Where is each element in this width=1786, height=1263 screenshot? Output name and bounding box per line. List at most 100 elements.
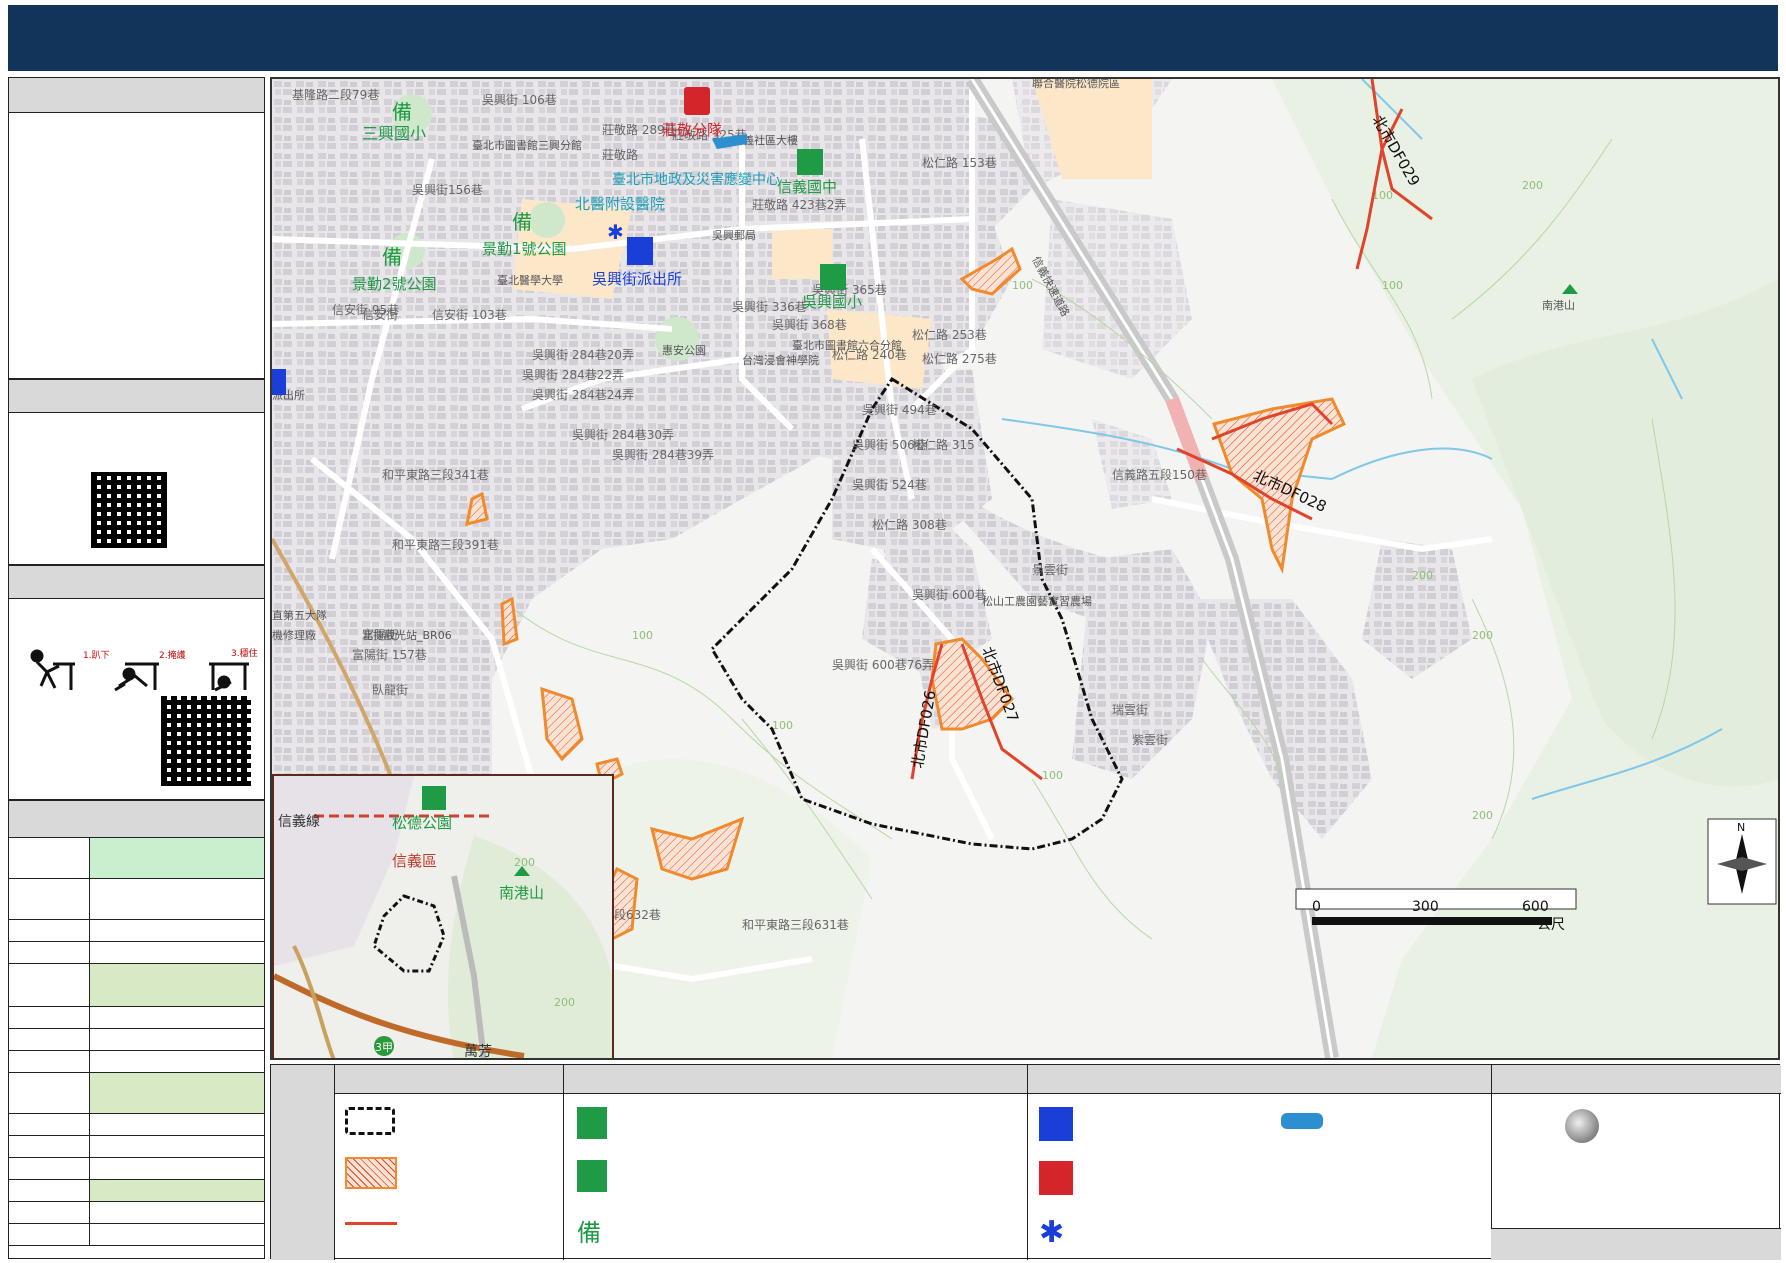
street-label: 和平東路三段631巷 xyxy=(742,917,849,932)
street-label: 松仁路 253巷 xyxy=(912,327,987,342)
facility-label: 臺北市地政及災害應變中心 xyxy=(612,171,780,188)
contour-label: 200 xyxy=(514,856,535,869)
facility-label: 莊敬分隊 xyxy=(662,121,722,139)
place-label: 松山工農園藝實習農場 xyxy=(982,594,1092,608)
contour-label: 200 xyxy=(1522,179,1543,192)
place-label: 惠安公園 xyxy=(662,343,706,357)
street-label: 吳興街 284巷24弄 xyxy=(532,388,634,402)
legend: 備 ✱ xyxy=(270,1064,1781,1260)
street-label: 富陽街 157巷 xyxy=(352,647,427,662)
legend-helipad-icon xyxy=(1281,1113,1323,1129)
inset-line-label: 信義線 xyxy=(278,813,320,830)
contour-label: 200 xyxy=(1472,809,1493,822)
street-label: 松仁路 308巷 xyxy=(872,517,947,532)
street-label: 紫雲街 xyxy=(1132,733,1168,747)
contact-table xyxy=(8,800,265,1259)
street-label: 基隆路二段79巷 xyxy=(292,87,379,102)
street-label: 臥龍街 xyxy=(372,682,408,697)
legend-evac-park-icon xyxy=(577,1160,607,1192)
legend-shelter-icon xyxy=(577,1107,607,1139)
legend-title-cell xyxy=(271,1065,335,1260)
street-label: 瑞雲街 xyxy=(1112,703,1148,717)
place-label: 南港山 xyxy=(1542,299,1575,312)
place-label: 臺北市圖書館六合分館 xyxy=(792,338,902,352)
police-icon[interactable] xyxy=(627,237,653,265)
standby-icon[interactable]: 備 xyxy=(392,100,412,124)
drill-panel-header xyxy=(9,566,264,599)
qr-code-icon[interactable] xyxy=(161,696,251,786)
contour-label: 200 xyxy=(554,996,575,1009)
facility-label: 景勤2號公園 xyxy=(352,275,437,293)
contour-label: 100 xyxy=(1382,279,1403,292)
main-map[interactable]: 100 100 100 100 100 200 200 200 100 200 … xyxy=(270,77,1780,1060)
shelter-school-icon[interactable] xyxy=(797,149,823,175)
evac-park-icon[interactable] xyxy=(422,786,446,810)
place-label: 吳興郵局 xyxy=(712,229,756,242)
facility-label: 吳興國小 xyxy=(802,293,862,311)
place-label: 臺北醫學大學 xyxy=(497,273,563,287)
medical-icon[interactable]: ✱ xyxy=(607,220,624,244)
legend-boundary-icon xyxy=(345,1107,395,1135)
place-label: 台灣浸會神學院 xyxy=(742,353,819,367)
title-bar xyxy=(8,5,1778,71)
facility-label: 北醫附設醫院 xyxy=(575,195,665,213)
place-label: 北捷觀光站_BR06 xyxy=(362,628,452,642)
info-panel xyxy=(8,77,265,379)
drill-step2-label: 2.掩護 xyxy=(159,649,186,661)
street-label: 莊敬路 xyxy=(602,147,638,162)
scale-label: 600 xyxy=(1522,899,1549,915)
standby-icon[interactable]: 備 xyxy=(512,210,532,234)
place-label: 機修理廠 xyxy=(272,628,316,642)
standby-icon[interactable]: 備 xyxy=(382,245,402,269)
contact-table-header xyxy=(9,801,264,838)
scale-unit: 公尺 xyxy=(1537,917,1565,933)
qr-code-icon[interactable] xyxy=(91,472,167,548)
facility-label: 三興國小 xyxy=(362,124,426,143)
street-label: 和平東路三段391巷 xyxy=(392,537,499,552)
street-label: 吳興街 284巷22弄 xyxy=(522,368,624,382)
facility-label: 信義國中 xyxy=(777,178,837,196)
legend-medical-icon: ✱ xyxy=(1039,1215,1065,1250)
street-label: 信義路五段150巷 xyxy=(1112,467,1207,482)
legend-fire-icon xyxy=(1039,1161,1073,1195)
street-label: 信安街 95巷 xyxy=(332,302,399,317)
qr-panel xyxy=(8,379,265,565)
legend-standby-icon: 備 xyxy=(577,1219,601,1247)
legend-debris-stream-icon xyxy=(345,1222,397,1225)
legend-police-icon xyxy=(1039,1107,1073,1141)
inset-map[interactable]: 信義線 松德公園 信義區 南港山 萬芳 3甲 200 200 xyxy=(272,774,614,1058)
street-label: 吳興街 284巷30弄 xyxy=(572,428,674,442)
street-label: 吳興街 494巷 xyxy=(862,403,937,417)
street-label: 吳興街 284巷39弄 xyxy=(612,448,714,462)
scale-label: 300 xyxy=(1412,899,1439,915)
info-panel-header xyxy=(9,78,264,113)
north-label: N xyxy=(1737,821,1745,834)
street-label: 吳興街 600巷76弄 xyxy=(832,658,934,672)
inset-mountain-label: 南港山 xyxy=(499,884,544,902)
shelter-school-icon[interactable] xyxy=(820,264,846,290)
drill-step1-label: 1.趴下 xyxy=(83,650,110,661)
north-arrow-icon: N xyxy=(1707,818,1777,905)
drill-step3-label: 3.穩住 xyxy=(231,647,258,659)
street-label: 吳興街 336巷 xyxy=(732,300,807,314)
street-label: 吳興街 524巷 xyxy=(852,478,927,492)
legend-point-icon xyxy=(1565,1109,1599,1143)
contour-label: 100 xyxy=(632,629,653,642)
place-label: 直第五大隊 xyxy=(272,608,327,622)
contour-label: 200 xyxy=(1412,569,1433,582)
contour-label: 100 xyxy=(1012,279,1033,292)
street-label: 和平東路三段341巷 xyxy=(382,467,489,482)
contour-label: 100 xyxy=(772,719,793,732)
street-label: 松仁路 315 xyxy=(912,437,975,452)
facility-label: 吳興街派出所 xyxy=(592,270,682,288)
legend-debris-zone-icon xyxy=(345,1157,397,1189)
fire-station-icon[interactable] xyxy=(684,87,710,115)
contour-label: 200 xyxy=(1472,629,1493,642)
place-label: 臺北市圖書館三興分館 xyxy=(472,138,582,152)
facility-label: 景勤1號公園 xyxy=(482,240,567,258)
street-label: 吳興街 368巷 xyxy=(772,318,847,332)
police-icon[interactable] xyxy=(272,369,286,395)
contour-label: 100 xyxy=(1042,769,1063,782)
street-label: 吳興街 284巷20弄 xyxy=(532,348,634,362)
legend-header xyxy=(271,1065,1781,1094)
